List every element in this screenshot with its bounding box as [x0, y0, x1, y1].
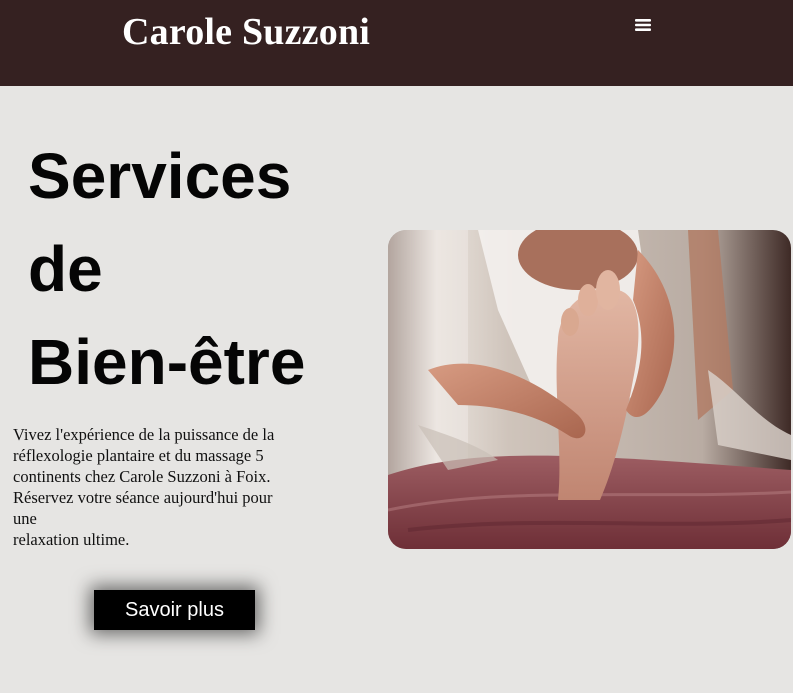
hero-description-line: continents chez Carole Suzzoni à Foix. [13, 467, 271, 486]
hero-description-line: réflexologie plantaire et du massage 5 [13, 446, 264, 465]
hero-title: Services de Bien-être [28, 130, 368, 409]
savoir-plus-button[interactable]: Savoir plus [94, 590, 255, 630]
hero-title-line: de [28, 233, 103, 305]
hero-title-line: Bien-être [28, 326, 306, 398]
foot-massage-photo [388, 230, 791, 549]
hamburger-menu-icon[interactable] [631, 15, 655, 35]
hero-description-line: Vivez l'expérience de la puissance de la [13, 425, 275, 444]
hero-description-line: relaxation ultime. [13, 530, 130, 549]
site-header: Carole Suzzoni [0, 0, 793, 86]
hero-description: Vivez l'expérience de la puissance de la… [13, 424, 333, 550]
hero-description-line: Réservez votre séance aujourd'hui pour [13, 488, 273, 507]
hero-description-line: une [13, 509, 37, 528]
site-title[interactable]: Carole Suzzoni [122, 10, 370, 54]
hero-title-line: Services [28, 140, 292, 212]
